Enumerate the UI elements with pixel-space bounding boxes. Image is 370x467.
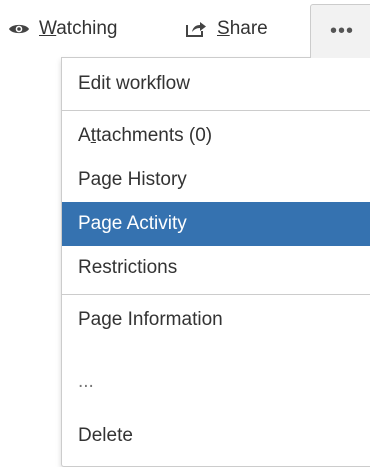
- menu-item-delete[interactable]: Delete: [62, 414, 370, 458]
- watching-label: Watching: [39, 18, 118, 39]
- menu-item-page-history[interactable]: Page History: [62, 158, 370, 202]
- menu-item-restrictions[interactable]: Restrictions: [62, 246, 370, 290]
- share-label: Share: [217, 18, 268, 39]
- menu-item-edit-workflow[interactable]: Edit workflow: [62, 62, 370, 106]
- menu-item-page-activity[interactable]: Page Activity: [62, 202, 370, 246]
- more-actions-button[interactable]: •••: [310, 4, 370, 58]
- watching-button[interactable]: Watching: [8, 12, 118, 46]
- menu-divider: [62, 294, 370, 295]
- share-button[interactable]: Share: [185, 12, 268, 46]
- menu-item-more-options[interactable]: ...: [62, 360, 370, 404]
- share-icon: [186, 22, 206, 37]
- eye-icon: [9, 24, 29, 34]
- menu-item-page-information[interactable]: Page Information: [62, 298, 370, 342]
- menu-item-attachments[interactable]: Attachments (0): [62, 114, 370, 158]
- page-toolbar: Watching Share •••: [0, 0, 370, 58]
- more-dots-icon: •••: [329, 20, 354, 42]
- menu-divider: [62, 110, 370, 111]
- more-actions-menu: Edit workflow Attachments (0) Page Histo…: [61, 57, 370, 467]
